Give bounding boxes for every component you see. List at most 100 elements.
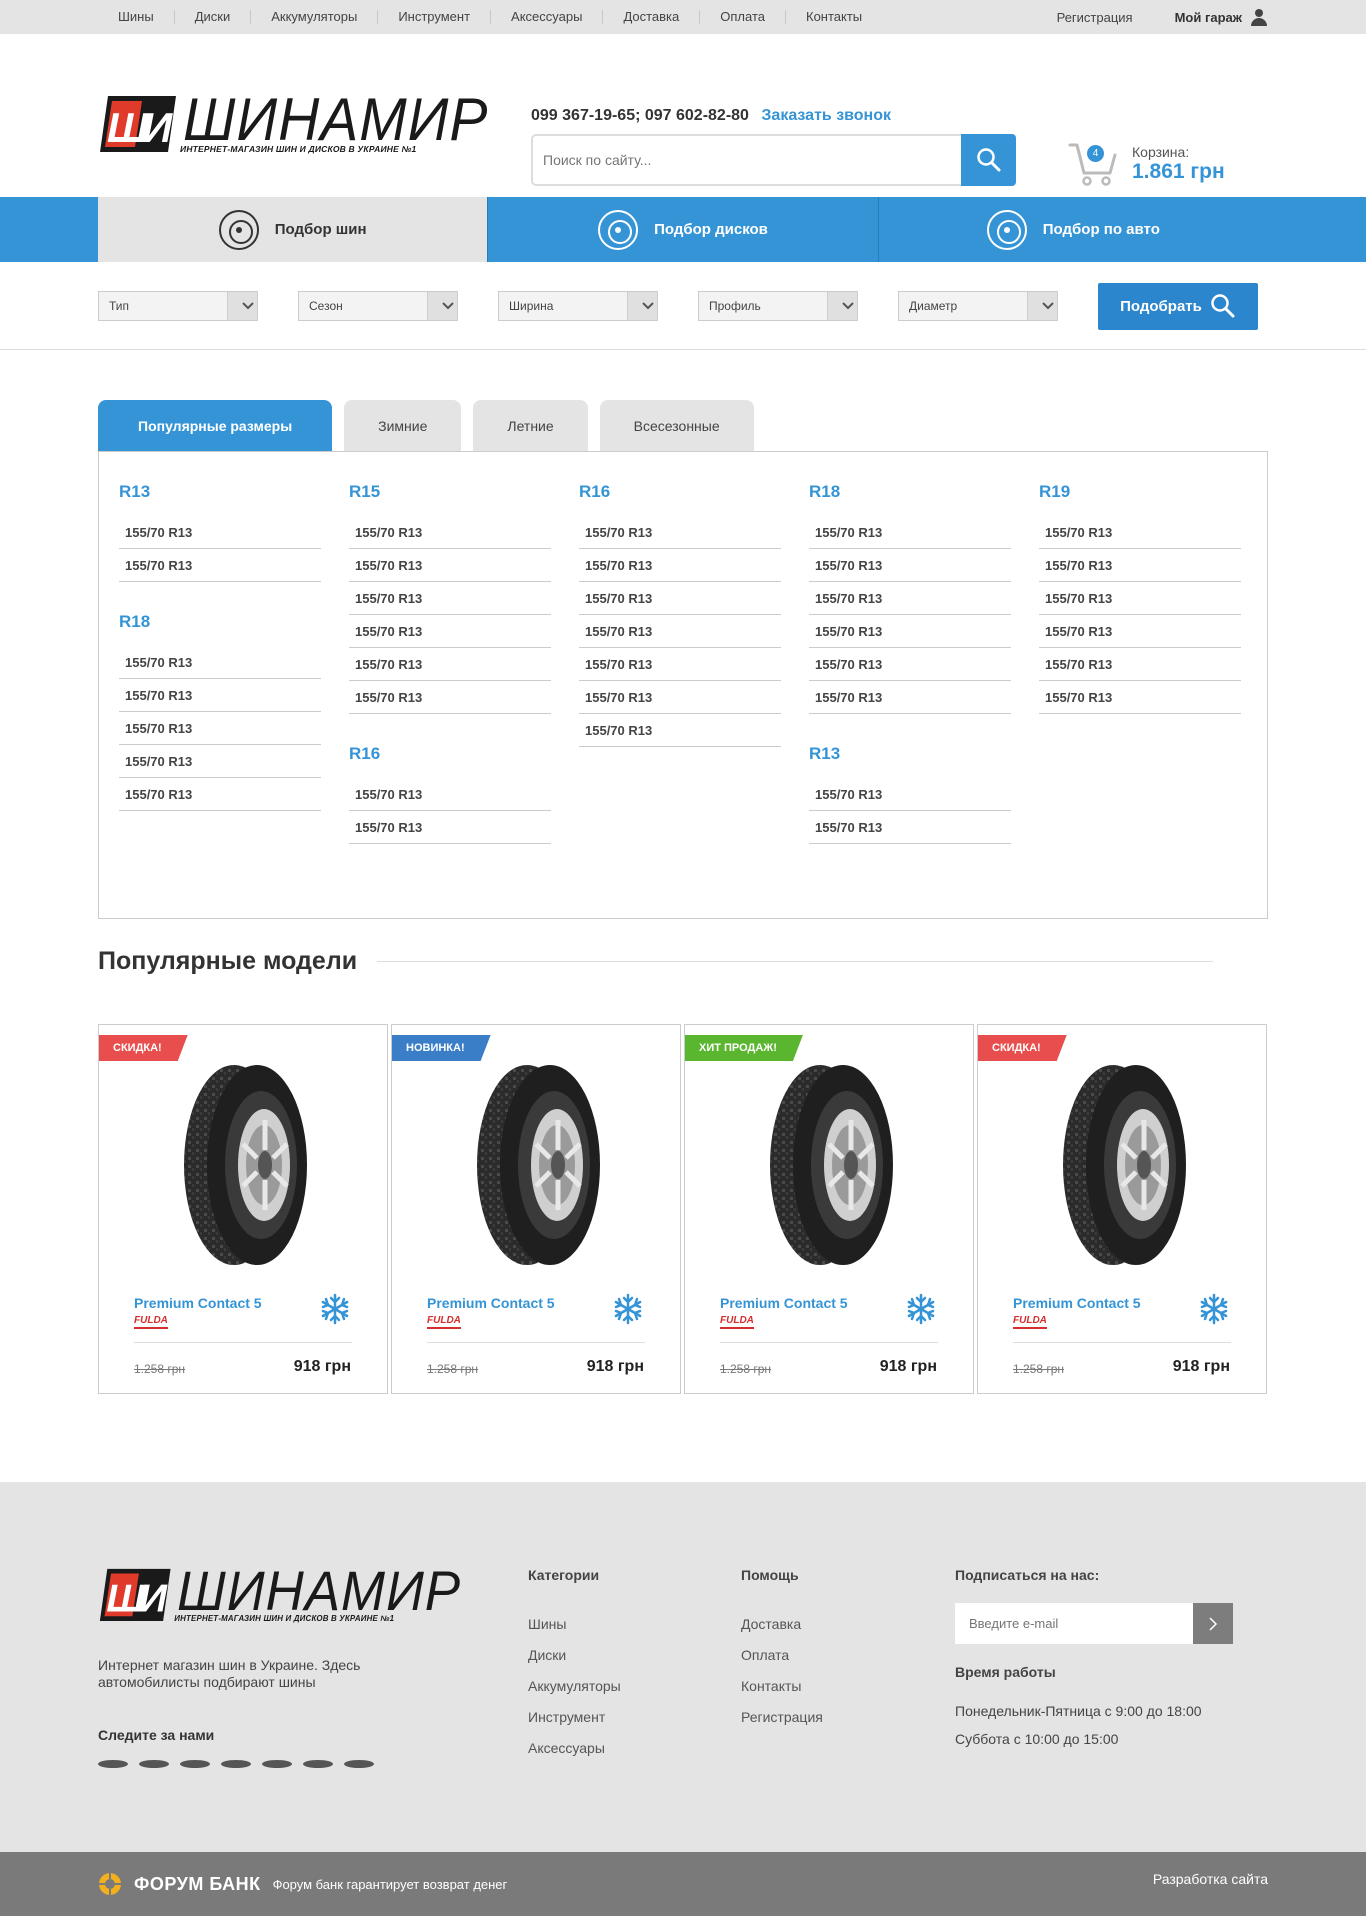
- size-link[interactable]: 155/70 R13: [119, 646, 321, 679]
- product-card[interactable]: НОВИНКА! Premium Contact 5 FULDA 1.258 г…: [391, 1024, 681, 1394]
- size-link[interactable]: 155/70 R13: [579, 648, 781, 681]
- social-icon[interactable]: [303, 1760, 333, 1768]
- topnav-link[interactable]: Оплата: [699, 10, 785, 24]
- callback-link[interactable]: Заказать звонок: [761, 107, 891, 124]
- tab-winter[interactable]: Зимние: [344, 400, 462, 451]
- social-icon[interactable]: [344, 1760, 374, 1768]
- tire-image[interactable]: [179, 1060, 309, 1270]
- size-link[interactable]: 155/70 R13: [579, 714, 781, 747]
- tab-car-selection[interactable]: Подбор по авто: [877, 197, 1268, 262]
- tire-image[interactable]: [472, 1060, 602, 1270]
- size-link[interactable]: 155/70 R13: [1039, 549, 1241, 582]
- developer-link[interactable]: Разработка сайта: [1153, 1871, 1268, 1887]
- type-select[interactable]: Тип: [98, 291, 258, 321]
- tab-summer[interactable]: Летние: [473, 400, 588, 451]
- tire-image[interactable]: [765, 1060, 895, 1270]
- size-link[interactable]: 155/70 R13: [349, 582, 551, 615]
- topnav-link[interactable]: Диски: [173, 10, 251, 24]
- size-link[interactable]: 155/70 R13: [349, 648, 551, 681]
- topnav-link[interactable]: Аксессуары: [490, 10, 602, 24]
- tab-popular-sizes[interactable]: Популярные размеры: [98, 400, 333, 451]
- width-select[interactable]: Ширина: [498, 291, 658, 321]
- social-icon[interactable]: [98, 1760, 128, 1768]
- size-link[interactable]: 155/70 R13: [119, 745, 321, 778]
- my-garage-link[interactable]: Мой гараж: [1175, 8, 1268, 26]
- footer-logo[interactable]: Ш И ШИНАМИР ИНТЕРНЕТ-МАГАЗИН ШИН И ДИСКО…: [98, 1561, 460, 1623]
- social-icon[interactable]: [139, 1760, 169, 1768]
- social-icon[interactable]: [262, 1760, 292, 1768]
- subscribe-button[interactable]: [1193, 1603, 1233, 1644]
- size-link[interactable]: 155/70 R13: [809, 615, 1011, 648]
- tab-tire-selection[interactable]: Подбор шин: [98, 197, 488, 262]
- size-link[interactable]: 155/70 R13: [1039, 516, 1241, 549]
- tab-disk-selection[interactable]: Подбор дисков: [487, 197, 877, 262]
- topnav-link[interactable]: Инструмент: [377, 10, 490, 24]
- size-link[interactable]: 155/70 R13: [1039, 582, 1241, 615]
- size-link[interactable]: 155/70 R13: [1039, 648, 1241, 681]
- size-link[interactable]: 155/70 R13: [809, 681, 1011, 714]
- size-link[interactable]: 155/70 R13: [809, 778, 1011, 811]
- footer-link[interactable]: Доставка: [741, 1616, 823, 1632]
- size-link[interactable]: 155/70 R13: [809, 582, 1011, 615]
- size-group-title[interactable]: R19: [1039, 482, 1241, 502]
- profile-select[interactable]: Профиль: [698, 291, 858, 321]
- register-link[interactable]: Регистрация: [1057, 10, 1133, 25]
- footer-link[interactable]: Регистрация: [741, 1709, 823, 1725]
- product-name[interactable]: Premium Contact 5: [720, 1295, 848, 1311]
- footer-link[interactable]: Контакты: [741, 1678, 823, 1694]
- size-link[interactable]: 155/70 R13: [1039, 615, 1241, 648]
- product-card[interactable]: ХИТ ПРОДАЖ! Premium Contact 5 FULDA 1.25…: [684, 1024, 974, 1394]
- size-link[interactable]: 155/70 R13: [119, 679, 321, 712]
- product-name[interactable]: Premium Contact 5: [134, 1295, 262, 1311]
- product-card[interactable]: СКИДКА! Premium Contact 5 FULDA 1.258 гр…: [977, 1024, 1267, 1394]
- size-group-title[interactable]: R15: [349, 482, 551, 502]
- footer-link[interactable]: Оплата: [741, 1647, 823, 1663]
- footer-link[interactable]: Диски: [528, 1647, 621, 1663]
- size-link[interactable]: 155/70 R13: [119, 778, 321, 811]
- size-link[interactable]: 155/70 R13: [119, 516, 321, 549]
- product-name[interactable]: Premium Contact 5: [1013, 1295, 1141, 1311]
- search-button[interactable]: [961, 134, 1016, 186]
- size-group-title[interactable]: R13: [809, 744, 1011, 764]
- email-input[interactable]: [955, 1603, 1193, 1644]
- topnav-link[interactable]: Аккумуляторы: [250, 10, 377, 24]
- topnav-link[interactable]: Контакты: [785, 10, 882, 24]
- size-link[interactable]: 155/70 R13: [119, 549, 321, 582]
- size-group-title[interactable]: R13: [119, 482, 321, 502]
- size-link[interactable]: 155/70 R13: [579, 681, 781, 714]
- logo[interactable]: Ш И ШИНАМИР ИНТЕРНЕТ-МАГАЗИН ШИН И ДИСКО…: [98, 88, 487, 164]
- footer-link[interactable]: Аксессуары: [528, 1740, 621, 1756]
- size-group-title[interactable]: R16: [349, 744, 551, 764]
- search-input[interactable]: [533, 136, 961, 184]
- size-link[interactable]: 155/70 R13: [349, 778, 551, 811]
- tab-all-season[interactable]: Всесезонные: [599, 400, 754, 451]
- size-link[interactable]: 155/70 R13: [809, 549, 1011, 582]
- cart[interactable]: 4 Корзина: 1.861 грн: [1068, 139, 1225, 189]
- size-link[interactable]: 155/70 R13: [809, 811, 1011, 844]
- topnav-link[interactable]: Доставка: [602, 10, 699, 24]
- size-group-title[interactable]: R16: [579, 482, 781, 502]
- size-link[interactable]: 155/70 R13: [809, 516, 1011, 549]
- size-link[interactable]: 155/70 R13: [349, 516, 551, 549]
- social-icon[interactable]: [221, 1760, 251, 1768]
- product-name[interactable]: Premium Contact 5: [427, 1295, 555, 1311]
- size-link[interactable]: 155/70 R13: [579, 549, 781, 582]
- size-link[interactable]: 155/70 R13: [1039, 681, 1241, 714]
- season-select[interactable]: Сезон: [298, 291, 458, 321]
- size-group-title[interactable]: R18: [119, 612, 321, 632]
- diameter-select[interactable]: Диаметр: [898, 291, 1058, 321]
- size-link[interactable]: 155/70 R13: [579, 516, 781, 549]
- social-icon[interactable]: [180, 1760, 210, 1768]
- size-link[interactable]: 155/70 R13: [349, 549, 551, 582]
- topnav-link[interactable]: Шины: [98, 10, 174, 24]
- footer-link[interactable]: Аккумуляторы: [528, 1678, 621, 1694]
- size-link[interactable]: 155/70 R13: [119, 712, 321, 745]
- pick-button[interactable]: Подобрать: [1098, 282, 1258, 330]
- size-link[interactable]: 155/70 R13: [579, 582, 781, 615]
- footer-link[interactable]: Инструмент: [528, 1709, 621, 1725]
- size-link[interactable]: 155/70 R13: [349, 811, 551, 844]
- footer-link[interactable]: Шины: [528, 1616, 621, 1632]
- size-link[interactable]: 155/70 R13: [579, 615, 781, 648]
- tire-image[interactable]: [1058, 1060, 1188, 1270]
- size-link[interactable]: 155/70 R13: [809, 648, 1011, 681]
